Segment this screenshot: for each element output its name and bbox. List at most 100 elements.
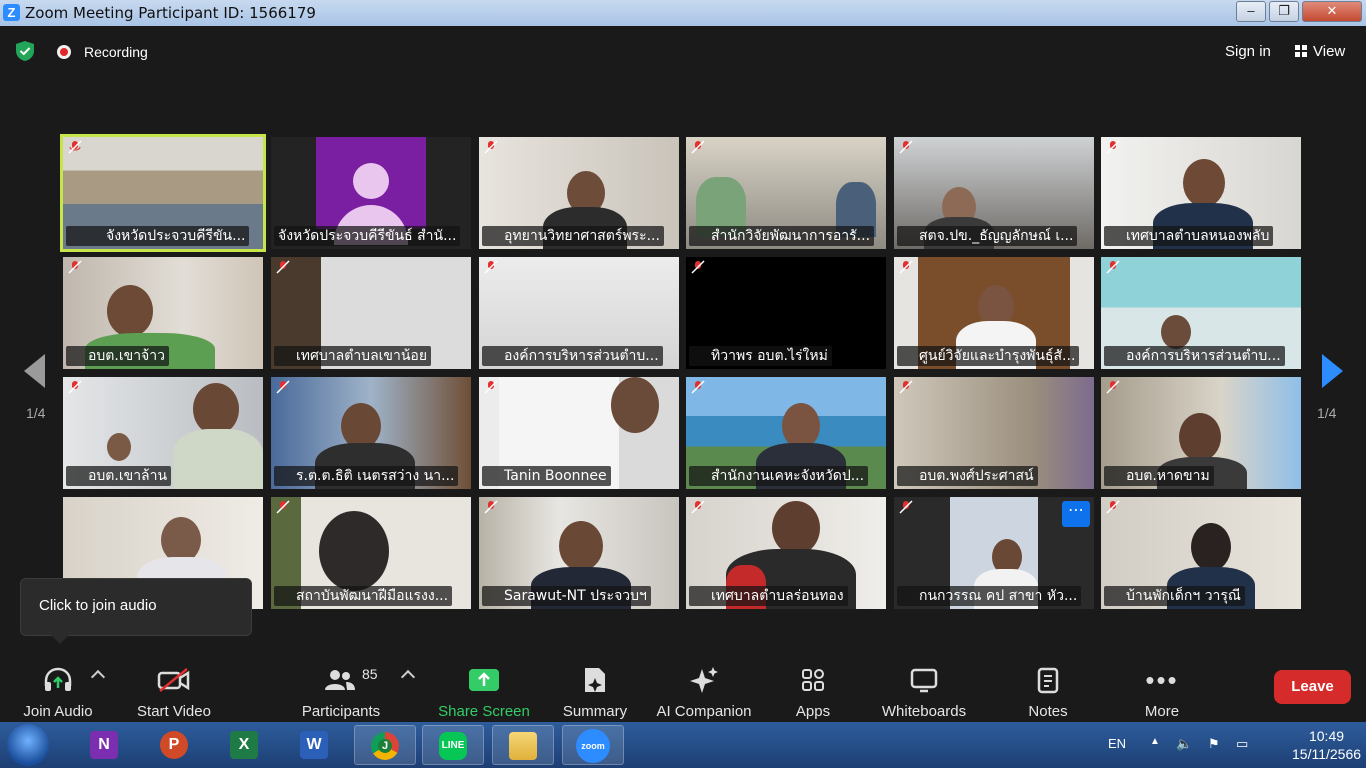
whiteboards-label: Whiteboards xyxy=(881,703,967,720)
avatar xyxy=(316,137,426,245)
line-taskbar-icon[interactable]: LINE xyxy=(422,725,484,765)
close-button[interactable]: ✕ xyxy=(1302,1,1362,22)
apps-button[interactable]: Apps xyxy=(785,662,841,720)
meeting-toolbar: Join Audio Start Video Participants 85 S… xyxy=(0,650,1366,722)
participant-name: ศูนย์วิจัยและบำรุงพันธุ์สั... xyxy=(897,346,1080,366)
participant-tile[interactable]: บ้านพักเด็กฯ วารุณี xyxy=(1101,497,1301,609)
next-page-icon[interactable] xyxy=(1322,354,1343,388)
participant-tile[interactable]: จังหวัดประจวบคีรีขันธ์ สำนั... xyxy=(271,137,471,249)
join-audio-label: Join Audio xyxy=(23,703,93,720)
powerpoint-taskbar-icon[interactable]: P xyxy=(144,725,206,765)
participant-tile[interactable]: องค์การบริหารส่วนตำบ... xyxy=(1101,257,1301,369)
start-video-label: Start Video xyxy=(137,703,211,720)
muted-mic-icon xyxy=(691,500,705,514)
participant-name: อบต.หาดขาม xyxy=(1104,466,1214,486)
start-video-button[interactable]: Start Video xyxy=(130,662,218,720)
participant-tile[interactable]: สตจ.ปข._ธัญญลักษณ์ เ... xyxy=(894,137,1094,249)
summary-button[interactable]: Summary xyxy=(558,662,632,720)
participant-tile[interactable]: จังหวัดประจวบคีรีขัน... xyxy=(60,134,266,252)
muted-mic-icon xyxy=(899,260,913,274)
participant-tile[interactable]: ทิวาพร อบต.ไร่ใหม่ xyxy=(686,257,886,369)
zoom-taskbar-icon[interactable]: zoom xyxy=(562,725,624,765)
participant-tile[interactable]: ศูนย์วิจัยและบำรุงพันธุ์สั... xyxy=(894,257,1094,369)
page-indicator-left: 1/4 xyxy=(26,405,46,421)
participant-name: จังหวัดประจวบคีรีขันธ์ สำนั... xyxy=(274,226,461,246)
more-label: More xyxy=(1144,703,1180,720)
participant-tile[interactable]: เทศบาลตำบลร่อนทอง xyxy=(686,497,886,609)
muted-mic-icon xyxy=(484,500,498,514)
volume-icon[interactable]: 🔈 xyxy=(1176,736,1192,752)
participant-tile[interactable]: องค์การบริหารส่วนตำบ... xyxy=(479,257,679,369)
participants-options-chevron-icon[interactable] xyxy=(400,669,416,685)
more-options-icon[interactable]: ⋯ xyxy=(1062,501,1090,527)
excel-taskbar-icon[interactable]: X xyxy=(214,725,276,765)
join-audio-button[interactable]: Join Audio xyxy=(18,662,98,720)
participant-name: สำนักงานเคหะจังหวัดป... xyxy=(689,466,869,486)
participant-name: Sarawut-NT ประจวบฯ xyxy=(482,586,651,606)
participant-tile[interactable]: อบต.เขาจ้าว xyxy=(63,257,263,369)
file-explorer-taskbar-icon[interactable] xyxy=(492,725,554,765)
word-taskbar-icon[interactable]: W xyxy=(284,725,346,765)
participant-tile[interactable]: สถาบันพัฒนาฝีมือแรงง... xyxy=(271,497,471,609)
grid-view-icon xyxy=(1295,45,1307,57)
recording-icon xyxy=(57,45,71,59)
leave-button[interactable]: Leave xyxy=(1274,670,1351,704)
muted-mic-icon xyxy=(276,380,290,394)
whiteboards-button[interactable]: Whiteboards xyxy=(876,662,972,720)
sign-in-button[interactable]: Sign in xyxy=(1225,43,1271,60)
muted-mic-icon xyxy=(276,260,290,274)
participant-name: อุทยานวิทยาศาสตร์พระ... xyxy=(482,226,664,246)
participant-name: เทศบาลตำบลหนองพลับ xyxy=(1104,226,1274,246)
participant-name: ทิวาพร อบต.ไร่ใหม่ xyxy=(689,346,832,366)
participant-tile[interactable]: ร.ต.ต.ธิติ เนตรสว่าง นา... xyxy=(271,377,471,489)
system-clock[interactable]: 10:49 15/11/2566 xyxy=(1292,727,1361,763)
participant-tile[interactable]: เทศบาลตำบลหนองพลับ xyxy=(1101,137,1301,249)
more-button[interactable]: ••• More xyxy=(1136,662,1188,721)
meeting-top-bar: Recording Sign in View xyxy=(0,26,1366,78)
clock-time: 10:49 xyxy=(1308,728,1345,744)
participant-name: อบต.พงศ์ประศาสน์ xyxy=(897,466,1038,486)
participant-tile[interactable]: Tanin Boonnee xyxy=(479,377,679,489)
chrome-taskbar-icon[interactable]: J xyxy=(354,725,416,765)
participant-name: องค์การบริหารส่วนตำบ... xyxy=(482,346,663,366)
muted-mic-icon xyxy=(1106,140,1120,154)
participant-tile[interactable]: อบต.พงศ์ประศาสน์ xyxy=(894,377,1094,489)
minimize-button[interactable]: – xyxy=(1236,1,1266,22)
participant-name: เทศบาลตำบลร่อนทอง xyxy=(689,586,848,606)
participant-tile[interactable]: Sarawut-NT ประจวบฯ xyxy=(479,497,679,609)
notes-icon xyxy=(1037,667,1059,694)
share-screen-button[interactable]: Share Screen xyxy=(436,662,532,720)
recording-label: Recording xyxy=(84,44,148,60)
security-shield-icon[interactable] xyxy=(14,40,36,62)
participant-tile[interactable]: สำนักวิจัยพัฒนาการอารั... xyxy=(686,137,886,249)
participant-name: สถาบันพัฒนาฝีมือแรงง... xyxy=(274,586,453,606)
previous-page-icon[interactable] xyxy=(24,354,45,388)
view-button[interactable]: View xyxy=(1295,43,1345,60)
participant-tile[interactable]: อบต.หาดขาม xyxy=(1101,377,1301,489)
page-indicator-right: 1/4 xyxy=(1317,405,1337,421)
participant-tile[interactable]: อบต.เขาล้าน xyxy=(63,377,263,489)
notes-button[interactable]: Notes xyxy=(1020,662,1076,720)
whiteboard-icon xyxy=(910,668,938,693)
language-indicator[interactable]: EN xyxy=(1108,736,1126,751)
maximize-button[interactable]: ❐ xyxy=(1269,1,1299,22)
network-icon[interactable]: ▭ xyxy=(1236,736,1248,752)
apps-label: Apps xyxy=(795,703,831,720)
participant-name: จังหวัดประจวบคีรีขัน... xyxy=(66,226,250,246)
muted-mic-icon xyxy=(1106,380,1120,394)
ai-sparkle-icon xyxy=(690,667,718,693)
action-center-flag-icon[interactable]: ⚑ xyxy=(1208,736,1220,752)
participants-icon xyxy=(325,670,355,690)
ai-companion-button[interactable]: AI Companion xyxy=(652,662,756,720)
onenote-taskbar-icon[interactable]: N xyxy=(74,725,136,765)
participant-name: สำนักวิจัยพัฒนาการอารั... xyxy=(689,226,875,246)
participant-tile[interactable]: อุทยานวิทยาศาสตร์พระ... xyxy=(479,137,679,249)
participant-tile[interactable]: สำนักงานเคหะจังหวัดป... xyxy=(686,377,886,489)
show-hidden-icons-icon[interactable]: ▲ xyxy=(1150,736,1160,747)
windows-start-button[interactable] xyxy=(7,724,49,766)
ai-companion-label: AI Companion xyxy=(656,703,752,720)
participant-tile[interactable]: เทศบาลตำบลเขาน้อย xyxy=(271,257,471,369)
participant-name: อบต.เขาจ้าว xyxy=(66,346,169,366)
participant-name: องค์การบริหารส่วนตำบ... xyxy=(1104,346,1285,366)
muted-mic-icon xyxy=(899,140,913,154)
